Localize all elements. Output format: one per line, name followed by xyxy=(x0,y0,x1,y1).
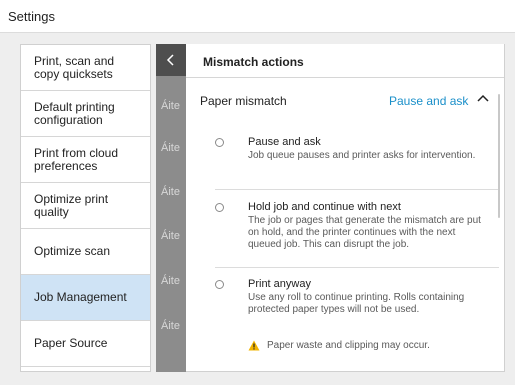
warning-text: Paper waste and clipping may occur. xyxy=(267,340,430,351)
sidebar: Print, scan and copy quicksets Default p… xyxy=(20,44,151,372)
radio-button[interactable] xyxy=(215,138,224,147)
option-pause-and-ask[interactable]: Pause and ask Job queue pauses and print… xyxy=(215,136,485,176)
option-description: The job or pages that generate the misma… xyxy=(248,215,481,250)
sidebar-item-label: Print from cloud preferences xyxy=(34,145,119,173)
sidebar-item-label: Paper Source xyxy=(34,336,108,350)
sidebar-item-default-printing[interactable]: Default printing configuration xyxy=(21,91,150,137)
sidebar-item-optimize-print[interactable]: Optimize print quality xyxy=(21,183,150,229)
ghost-label: Áite xyxy=(161,142,180,154)
sidebar-item-label: Optimize print quality xyxy=(34,191,109,219)
page-title: Settings xyxy=(8,9,55,24)
paper-mismatch-value: Pause and ask xyxy=(389,94,469,108)
warning-message: Paper waste and clipping may occur. xyxy=(248,340,430,351)
ghost-label: Áite xyxy=(161,100,180,112)
sidebar-item-label: Job Management xyxy=(34,290,127,304)
top-bar: Settings xyxy=(0,0,515,33)
radio-button[interactable] xyxy=(215,280,224,289)
panel-scrollbar[interactable] xyxy=(498,94,500,218)
sidebar-item-label: Print, scan and copy quicksets xyxy=(34,53,115,81)
ghost-label: Áite xyxy=(161,186,180,198)
sidebar-item-label: Optimize scan xyxy=(34,244,111,258)
sidebar-item-label: Default printing configuration xyxy=(34,99,115,127)
ghost-label: Áite xyxy=(161,320,180,332)
option-description: Use any roll to continue printing. Rolls… xyxy=(248,292,465,315)
back-button[interactable] xyxy=(156,44,186,76)
option-title: Pause and ask xyxy=(248,136,321,148)
sidebar-item-job-management[interactable]: Job Management xyxy=(21,275,150,321)
collapsed-menu-strip: Áite Áite Áite Áite Áite Áite xyxy=(156,44,186,372)
option-title: Print anyway xyxy=(248,278,311,290)
sidebar-item-paper-source[interactable]: Paper Source xyxy=(21,321,150,367)
option-title: Hold job and continue with next xyxy=(248,201,401,213)
sidebar-item-cloud-preferences[interactable]: Print from cloud preferences xyxy=(21,137,150,183)
divider xyxy=(215,267,499,268)
ghost-label: Áite xyxy=(161,230,180,242)
divider xyxy=(215,189,499,190)
paper-mismatch-label: Paper mismatch xyxy=(200,94,287,108)
sidebar-item-optimize-scan[interactable]: Optimize scan xyxy=(21,229,150,275)
option-print-anyway[interactable]: Print anyway Use any roll to continue pr… xyxy=(215,278,485,334)
ghost-label: Áite xyxy=(161,275,180,287)
radio-button[interactable] xyxy=(215,203,224,212)
paper-mismatch-row[interactable]: Paper mismatch Pause and ask xyxy=(186,78,504,124)
chevron-up-icon[interactable] xyxy=(477,93,489,103)
panel-header: Mismatch actions xyxy=(186,44,504,78)
mismatch-actions-panel: Mismatch actions Paper mismatch Pause an… xyxy=(186,44,505,372)
warning-icon xyxy=(248,340,260,351)
panel-title: Mismatch actions xyxy=(203,55,304,69)
chevron-left-icon xyxy=(166,54,174,66)
sidebar-item-quicksets[interactable]: Print, scan and copy quicksets xyxy=(21,45,150,91)
option-description: Job queue pauses and printer asks for in… xyxy=(248,150,476,161)
option-hold-and-continue[interactable]: Hold job and continue with next The job … xyxy=(215,201,485,257)
